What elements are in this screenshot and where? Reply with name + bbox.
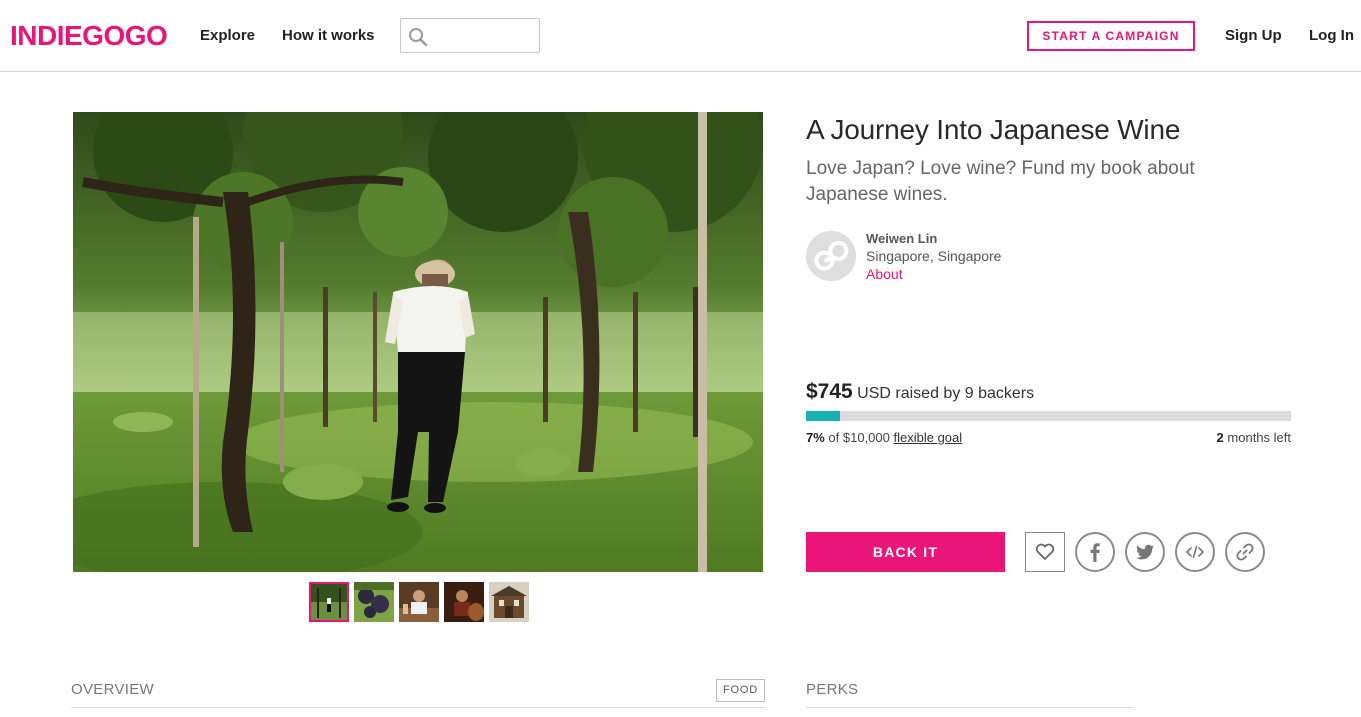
- thumbnail-4[interactable]: [444, 582, 484, 622]
- raised-amount: $745: [806, 380, 853, 403]
- go-placeholder-avatar-icon: [806, 231, 856, 281]
- facebook-icon: [1090, 543, 1100, 562]
- tab-overview[interactable]: OVERVIEW: [71, 680, 154, 700]
- share-link-button[interactable]: [1225, 532, 1265, 572]
- owner-location: Singapore, Singapore: [866, 248, 1002, 264]
- share-twitter-button[interactable]: [1125, 532, 1165, 572]
- thumbnail-2[interactable]: [354, 582, 394, 622]
- funding-progress-bar: [806, 411, 1291, 421]
- goal-amount: of $10,000: [828, 430, 890, 445]
- time-left-unit: months left: [1227, 430, 1291, 445]
- thumbnail-vineyard-image: [309, 582, 349, 622]
- nav-how-it-works-link[interactable]: How it works: [282, 26, 375, 46]
- perks-divider: [806, 707, 1134, 708]
- funds-raised: $745 USD raised by 9 backers: [806, 378, 1034, 408]
- thumbnail-building-image: [489, 582, 529, 622]
- funded-percent: 7%: [806, 430, 825, 445]
- owner-about-link[interactable]: About: [866, 265, 903, 283]
- share-embed-button[interactable]: [1175, 532, 1215, 572]
- category-tag[interactable]: FOOD: [716, 679, 765, 702]
- nav-explore-link[interactable]: Explore: [200, 26, 255, 46]
- link-icon: [1236, 543, 1254, 561]
- search-icon: [409, 28, 428, 47]
- start-campaign-button[interactable]: START A CAMPAIGN: [1027, 21, 1195, 51]
- funded-percent-line: 7% of $10,000 flexible goal: [806, 429, 962, 447]
- thumbnail-grapes-image: [354, 582, 394, 622]
- vineyard-photo: [73, 112, 763, 572]
- thumbnail-1[interactable]: [309, 582, 349, 622]
- campaign-hero-image[interactable]: [73, 112, 763, 572]
- thumbnail-3[interactable]: [399, 582, 439, 622]
- raised-text: USD raised by 9 backers: [857, 385, 1035, 402]
- time-left-number: 2: [1216, 430, 1224, 445]
- thumbnail-cellar-image: [444, 582, 484, 622]
- follow-button[interactable]: [1025, 532, 1065, 572]
- site-header: INDIEGOGO Explore How it works START A C…: [0, 0, 1361, 72]
- funding-progress-fill: [806, 411, 840, 421]
- heart-icon: [1035, 543, 1055, 560]
- sign-up-link[interactable]: Sign Up: [1225, 26, 1282, 46]
- overview-divider: [71, 707, 766, 708]
- log-in-link[interactable]: Log In: [1309, 26, 1354, 46]
- owner-name[interactable]: Weiwen Lin: [866, 230, 937, 247]
- twitter-icon: [1136, 544, 1154, 560]
- thumbnail-winemaker-image: [399, 582, 439, 622]
- campaign-tagline: Love Japan? Love wine? Fund my book abou…: [806, 158, 1195, 205]
- time-left: 2 months left: [1217, 429, 1291, 447]
- indiegogo-logo[interactable]: INDIEGOGO: [10, 18, 168, 54]
- search-input[interactable]: [433, 25, 533, 47]
- thumbnail-5[interactable]: [489, 582, 529, 622]
- back-it-button[interactable]: BACK IT: [806, 532, 1005, 572]
- share-facebook-button[interactable]: [1075, 532, 1115, 572]
- flexible-goal-link[interactable]: flexible goal: [894, 430, 963, 445]
- embed-icon: [1186, 545, 1204, 559]
- search-box[interactable]: [400, 18, 540, 53]
- campaign-title: A Journey Into Japanese Wine: [806, 114, 1181, 145]
- owner-avatar[interactable]: [806, 231, 856, 281]
- tab-perks: PERKS: [806, 681, 859, 698]
